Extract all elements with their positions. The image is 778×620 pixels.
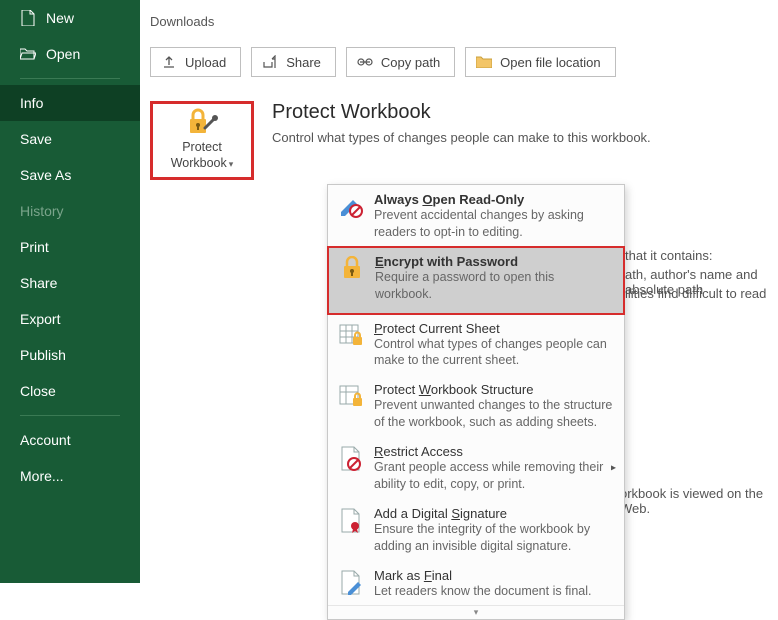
doc-prohibit-icon xyxy=(338,444,364,493)
lock-key-icon xyxy=(159,108,245,136)
sidebar-item-print[interactable]: Print xyxy=(0,229,140,265)
sidebar-label: Save As xyxy=(20,167,71,183)
menu-item-read-only[interactable]: Always Open Read-Only Prevent accidental… xyxy=(328,185,624,247)
sidebar-item-share[interactable]: Share xyxy=(0,265,140,301)
open-file-location-button[interactable]: Open file location xyxy=(465,47,615,77)
sidebar-label: Info xyxy=(20,95,43,111)
doc-pencil-icon xyxy=(338,568,364,600)
menu-item-protect-sheet[interactable]: Protect Current Sheet Control what types… xyxy=(328,314,624,376)
sidebar-label: Open xyxy=(46,46,80,62)
divider xyxy=(20,415,120,416)
protect-section: Protect Workbook▾ Protect Workbook Contr… xyxy=(150,101,768,180)
menu-item-restrict-access[interactable]: Restrict Access Grant people access whil… xyxy=(328,437,624,499)
sidebar-label: Publish xyxy=(20,347,66,363)
button-line1: Protect xyxy=(182,140,222,154)
submenu-arrow-icon: ▸ xyxy=(611,462,616,473)
sidebar-label: Close xyxy=(20,383,56,399)
highlight-box: Protect Workbook▾ xyxy=(150,101,254,180)
sidebar-item-publish[interactable]: Publish xyxy=(0,337,140,373)
sidebar-label: Share xyxy=(20,275,57,291)
protect-workbook-button[interactable]: Protect Workbook▾ xyxy=(159,108,245,171)
lock-icon xyxy=(339,254,365,303)
sidebar-item-save[interactable]: Save xyxy=(0,121,140,157)
menu-item-digital-signature[interactable]: Add a Digital Signature Ensure the integ… xyxy=(328,499,624,561)
workbook-lock-icon xyxy=(338,382,364,431)
pencil-prohibit-icon xyxy=(338,192,364,241)
toolbar: Upload Share Copy path Open file locatio… xyxy=(150,47,768,77)
sidebar-item-account[interactable]: Account xyxy=(0,422,140,458)
sidebar-label: Account xyxy=(20,432,71,448)
sidebar-item-info[interactable]: Info xyxy=(0,85,140,121)
obscured-text: orkbook is viewed on the Web. xyxy=(620,486,778,516)
share-icon xyxy=(262,54,278,70)
section-desc: Control what types of changes people can… xyxy=(272,130,651,145)
sidebar-item-more[interactable]: More... xyxy=(0,458,140,494)
sidebar-item-export[interactable]: Export xyxy=(0,301,140,337)
share-button[interactable]: Share xyxy=(251,47,336,77)
button-label: Copy path xyxy=(381,55,440,70)
button-label: Upload xyxy=(185,55,226,70)
section-title: Protect Workbook xyxy=(272,101,651,124)
upload-button[interactable]: Upload xyxy=(150,47,241,77)
link-icon xyxy=(357,54,373,70)
sidebar-item-history: History xyxy=(0,193,140,229)
protect-workbook-menu: Always Open Read-Only Prevent accidental… xyxy=(327,184,625,620)
sidebar-item-open[interactable]: Open xyxy=(0,36,140,72)
obscured-text: that it contains: xyxy=(625,248,712,263)
sheet-lock-icon xyxy=(338,321,364,370)
doc-ribbon-icon xyxy=(338,506,364,555)
section-body: Protect Workbook Control what types of c… xyxy=(272,101,651,180)
sidebar-label: More... xyxy=(20,468,64,484)
file-icon xyxy=(20,10,36,26)
backstage-sidebar: New Open Info Save Save As History Print… xyxy=(0,0,140,583)
sidebar-label: Save xyxy=(20,131,52,147)
sidebar-label: Export xyxy=(20,311,60,327)
button-label: Share xyxy=(286,55,321,70)
folder-open-icon xyxy=(20,46,36,62)
sidebar-label: History xyxy=(20,203,64,219)
button-label: Open file location xyxy=(500,55,600,70)
info-pane: Downloads Upload Share Copy path Open fi… xyxy=(140,0,778,583)
sidebar-label: New xyxy=(46,10,74,26)
sidebar-item-save-as[interactable]: Save As xyxy=(0,157,140,193)
copy-path-button[interactable]: Copy path xyxy=(346,47,455,77)
breadcrumb: Downloads xyxy=(150,14,768,29)
obscured-text: ilities find difficult to read xyxy=(625,286,766,301)
sidebar-item-new[interactable]: New xyxy=(0,0,140,36)
sidebar-item-close[interactable]: Close xyxy=(0,373,140,409)
folder-icon xyxy=(476,54,492,70)
chevron-down-icon: ▾ xyxy=(229,159,234,169)
menu-item-protect-structure[interactable]: Protect Workbook Structure Prevent unwan… xyxy=(328,375,624,437)
menu-item-encrypt-password[interactable]: Encrypt with Password Require a password… xyxy=(327,246,625,315)
menu-scroll-indicator[interactable]: ▾ xyxy=(328,605,624,619)
sidebar-label: Print xyxy=(20,239,49,255)
divider xyxy=(20,78,120,79)
upload-icon xyxy=(161,54,177,70)
button-line2: Workbook xyxy=(171,156,227,170)
chevron-down-icon: ▾ xyxy=(474,607,479,618)
